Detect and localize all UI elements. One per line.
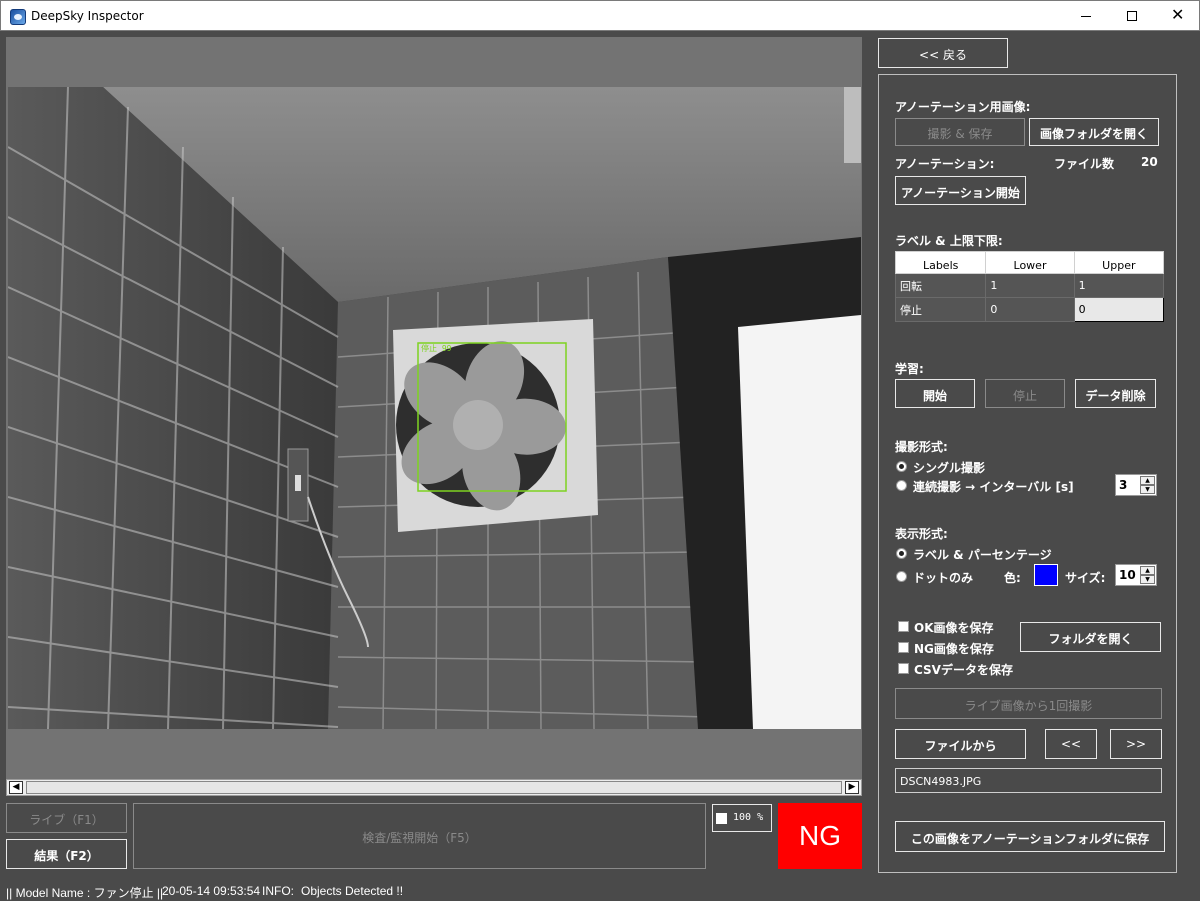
zoom-100-toggle[interactable]: 100 % bbox=[712, 804, 772, 832]
horizontal-scrollbar[interactable]: ◀ ▶ bbox=[6, 779, 862, 796]
single-capture-label: シングル撮影 bbox=[913, 461, 986, 475]
model-name: || Model Name : ファン停止 || bbox=[6, 886, 164, 900]
interval-stepper[interactable]: 3 ▲ ▼ bbox=[1115, 474, 1157, 496]
save-csv-checkbox[interactable] bbox=[898, 663, 909, 674]
open-folder-button[interactable]: フォルダを開く bbox=[1020, 622, 1161, 652]
annotation-start-button[interactable]: アノーテーション開始 bbox=[895, 176, 1026, 205]
annot-image-heading: アノーテーション用画像: bbox=[895, 100, 1031, 114]
save-csv-label: CSVデータを保存 bbox=[914, 663, 1013, 677]
table-header: Labels bbox=[894, 251, 987, 274]
save-ok-label: OK画像を保存 bbox=[914, 621, 994, 635]
table-header: Upper bbox=[1073, 251, 1165, 274]
table-row: 停止 0 0 bbox=[894, 297, 1165, 322]
save-to-annotation-folder-button[interactable]: この画像をアノーテーションフォルダに保存 bbox=[895, 821, 1165, 852]
file-count-value: 20 bbox=[1141, 155, 1158, 169]
detection-label: 停止 99 bbox=[421, 343, 452, 353]
status-info-key: INFO: bbox=[262, 884, 294, 898]
filename-field[interactable]: DSCN4983.JPG bbox=[895, 768, 1162, 793]
inspect-start-button[interactable]: 検査/監視開始（F5） bbox=[133, 803, 706, 869]
maximize-icon bbox=[1127, 11, 1137, 21]
annotation-heading: アノーテーション: bbox=[895, 157, 995, 171]
label-percent-label: ラベル & パーセンテージ bbox=[913, 548, 1052, 562]
display-mode-heading: 表示形式: bbox=[895, 527, 948, 541]
learn-stop-button[interactable]: 停止 bbox=[985, 379, 1065, 408]
capture-once-button[interactable]: ライブ画像から1回撮影 bbox=[895, 688, 1162, 719]
table-cell-selected[interactable]: 0 bbox=[1073, 297, 1165, 322]
image-viewport[interactable]: 停止 99 bbox=[6, 37, 862, 794]
stepper-up-icon[interactable]: ▲ bbox=[1140, 566, 1155, 575]
stepper-up-icon[interactable]: ▲ bbox=[1140, 476, 1155, 485]
size-stepper[interactable]: 10 ▲ ▼ bbox=[1115, 564, 1157, 586]
dots-only-radio[interactable] bbox=[896, 571, 907, 582]
dots-only-label: ドットのみ bbox=[913, 571, 974, 585]
table-row: 回転 1 1 bbox=[894, 273, 1165, 298]
capture-mode-heading: 撮影形式: bbox=[895, 440, 948, 454]
zoom-label: 100 % bbox=[733, 812, 764, 823]
bathroom-fan-photo: 停止 99 bbox=[8, 87, 861, 729]
maximize-button[interactable] bbox=[1109, 1, 1155, 31]
color-label: 色: bbox=[1004, 571, 1021, 585]
app-icon bbox=[10, 9, 26, 25]
size-label: サイズ: bbox=[1065, 571, 1106, 585]
stepper-down-icon[interactable]: ▼ bbox=[1140, 485, 1155, 494]
status-info-value: Objects Detected !! bbox=[301, 884, 404, 898]
label-percent-radio[interactable] bbox=[896, 548, 907, 559]
label-limits-table: Labels Lower Upper 回転 1 1 停止 0 0 bbox=[894, 251, 1165, 322]
scroll-right-icon[interactable]: ▶ bbox=[845, 781, 859, 794]
scroll-thumb[interactable] bbox=[26, 781, 842, 794]
table-cell[interactable]: 1 bbox=[1073, 273, 1165, 298]
continuous-capture-radio[interactable] bbox=[896, 480, 907, 491]
from-file-button[interactable]: ファイルから bbox=[895, 729, 1026, 759]
table-cell[interactable]: 回転 bbox=[894, 273, 987, 298]
save-ng-label: NG画像を保存 bbox=[914, 642, 994, 656]
save-ng-checkbox[interactable] bbox=[898, 642, 909, 653]
result-badge: NG bbox=[778, 803, 862, 869]
zoom-checkbox[interactable] bbox=[716, 813, 727, 824]
stepper-down-icon[interactable]: ▼ bbox=[1140, 575, 1155, 584]
continuous-capture-label: 連続撮影 → インターバル [s] bbox=[913, 480, 1074, 494]
status-bar: || Model Name : ファン停止 || 20-05-14 09:53:… bbox=[0, 880, 1200, 901]
label-limits-heading: ラベル & 上限下限: bbox=[895, 234, 1003, 248]
table-cell[interactable]: 0 bbox=[985, 297, 1075, 322]
table-header: Lower bbox=[985, 251, 1075, 274]
close-button[interactable]: ✕ bbox=[1155, 1, 1200, 31]
minimize-button[interactable] bbox=[1063, 1, 1109, 31]
live-button[interactable]: ライブ（F1） bbox=[6, 803, 127, 833]
learning-heading: 学習: bbox=[895, 362, 924, 376]
delete-data-button[interactable]: データ削除 bbox=[1075, 379, 1156, 408]
dot-color-swatch[interactable] bbox=[1034, 564, 1058, 586]
close-icon: ✕ bbox=[1171, 5, 1185, 24]
back-button[interactable]: << 戻る bbox=[878, 38, 1008, 68]
capture-save-button[interactable]: 撮影 & 保存 bbox=[895, 118, 1025, 146]
table-cell[interactable]: 1 bbox=[985, 273, 1075, 298]
next-image-button[interactable]: >> bbox=[1110, 729, 1162, 759]
file-count-label: ファイル数 bbox=[1054, 157, 1115, 171]
status-timestamp: 20-05-14 09:53:54 bbox=[162, 884, 261, 898]
prev-image-button[interactable]: << bbox=[1045, 729, 1097, 759]
open-image-folder-button[interactable]: 画像フォルダを開く bbox=[1029, 118, 1159, 146]
scroll-left-icon[interactable]: ◀ bbox=[9, 781, 23, 794]
table-cell[interactable]: 停止 bbox=[894, 297, 987, 322]
camera-image: 停止 99 bbox=[8, 87, 861, 729]
result-button[interactable]: 結果（F2） bbox=[6, 839, 127, 869]
single-capture-radio[interactable] bbox=[896, 461, 907, 472]
window-title: DeepSky Inspector bbox=[31, 9, 144, 23]
title-bar: DeepSky Inspector ✕ bbox=[0, 0, 1200, 31]
save-ok-checkbox[interactable] bbox=[898, 621, 909, 632]
minimize-icon bbox=[1081, 16, 1091, 17]
learn-start-button[interactable]: 開始 bbox=[895, 379, 975, 408]
